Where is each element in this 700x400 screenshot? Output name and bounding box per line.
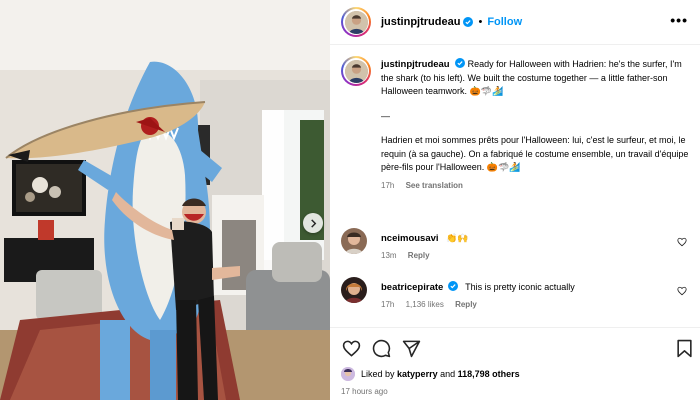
comment-username[interactable]: beatricepirate [381, 282, 443, 293]
comment-likes[interactable]: 1,136 likes [406, 300, 444, 309]
liker-photo-icon [341, 367, 355, 381]
verified-badge-icon [447, 281, 458, 291]
liked-by-row: Liked by katyperry and 118,798 others [341, 367, 520, 381]
bookmark-icon[interactable] [675, 339, 694, 358]
author-photo-icon [344, 59, 368, 83]
comment-time: 13m [381, 251, 397, 260]
caption-divider: — [381, 110, 390, 121]
action-bar [330, 327, 700, 367]
chevron-right-icon [310, 218, 316, 228]
comment-text: 👏🙌 [446, 233, 469, 243]
reply-link[interactable]: Reply [455, 300, 477, 309]
liked-by-prefix: Liked by [361, 369, 395, 379]
author-avatar[interactable] [341, 7, 371, 37]
follow-button[interactable]: Follow [487, 16, 522, 28]
liker-avatar[interactable] [341, 367, 355, 381]
author-username[interactable]: justinpjtrudeau [381, 16, 460, 28]
caption-french: Hadrien et moi sommes prêts pour l'Hallo… [381, 135, 689, 172]
comments-list[interactable]: justinpjtrudeau Ready for Halloween with… [330, 45, 700, 327]
carousel-next-button[interactable] [303, 213, 323, 233]
comment-icon[interactable] [372, 339, 391, 358]
commenter-photo-icon [341, 277, 367, 303]
caption-meta: 17h See translation [381, 181, 691, 190]
liked-by-user[interactable]: katyperry [397, 369, 438, 379]
comment-meta: 17h 1,136 likes Reply [381, 300, 691, 309]
verified-badge-icon [463, 17, 474, 27]
comment-text: This is pretty iconic actually [465, 282, 575, 292]
comment-username[interactable]: nceimousavi [381, 233, 439, 244]
caption-text: justinpjtrudeau Ready for Halloween with… [381, 56, 691, 175]
caption-time: 17h [381, 180, 395, 190]
heart-icon[interactable] [677, 237, 687, 247]
header-separator: • [478, 16, 483, 28]
post-side-panel: justinpjtrudeau • Follow ••• justinpjtru… [330, 0, 700, 400]
comment-meta: 13m Reply [381, 251, 691, 260]
like-heart-icon[interactable] [342, 339, 361, 358]
verified-badge-icon [455, 58, 466, 68]
author-photo-icon [344, 10, 368, 34]
liked-by-and: and [440, 369, 456, 379]
liked-by-count[interactable]: 118,798 others [458, 369, 520, 379]
reply-link[interactable]: Reply [408, 251, 430, 260]
caption-author-avatar[interactable] [341, 56, 371, 86]
commenter-photo-icon [341, 228, 367, 254]
post-time-ago[interactable]: 17 hours ago [341, 387, 388, 396]
comment-time: 17h [381, 300, 395, 309]
caption-username[interactable]: justinpjtrudeau [381, 59, 450, 70]
comment-item: nceimousavi 👏🙌 13m Reply [341, 228, 691, 260]
commenter-avatar[interactable] [341, 277, 367, 303]
commenter-avatar[interactable] [341, 228, 367, 254]
heart-icon[interactable] [677, 286, 687, 296]
share-icon[interactable] [402, 339, 421, 358]
more-options-icon[interactable]: ••• [670, 13, 688, 27]
see-translation-link[interactable]: See translation [406, 181, 463, 190]
post-caption: justinpjtrudeau Ready for Halloween with… [341, 56, 691, 190]
halloween-costume-photo [0, 0, 330, 400]
post-photo[interactable] [0, 0, 330, 400]
comment-item: beatricepirate This is pretty iconic act… [341, 277, 691, 309]
post-header: justinpjtrudeau • Follow ••• [330, 0, 700, 45]
